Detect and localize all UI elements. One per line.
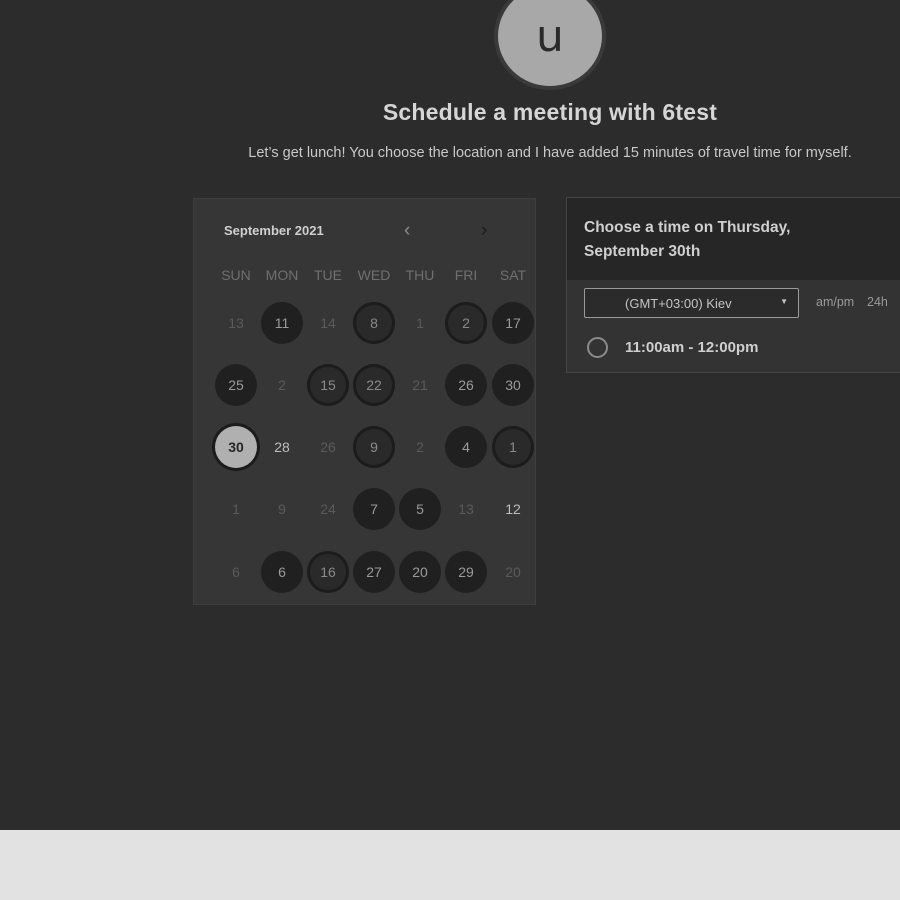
weekday-header: SUN — [221, 267, 251, 283]
calendar-day[interactable]: 11 — [261, 302, 303, 344]
calendar-day: 13 — [228, 315, 244, 331]
calendar-day: 2 — [416, 439, 424, 455]
scheduler-page: u Schedule a meeting with 6test Let’s ge… — [0, 0, 900, 830]
weekday-header: THU — [405, 267, 435, 283]
calendar-day[interactable]: 1 — [492, 426, 534, 468]
calendar-day: 2 — [278, 377, 286, 393]
calendar-day: 1 — [232, 501, 240, 517]
calendar-day: 13 — [458, 501, 474, 517]
calendar-day[interactable]: 6 — [261, 551, 303, 593]
time-slot-label: 11:00am - 12:00pm — [625, 339, 759, 356]
calendar-day[interactable]: 22 — [353, 364, 395, 406]
page-title: Schedule a meeting with 6test — [382, 99, 718, 125]
timezone-value: (GMT+03:00) Kiev — [625, 296, 732, 311]
weekday-header: FRI — [454, 267, 478, 283]
weekday-header: MON — [265, 267, 299, 283]
weekday-header: TUE — [314, 267, 342, 283]
calendar-day[interactable]: 2 — [445, 302, 487, 344]
weekday-header: SAT — [499, 267, 527, 283]
calendar-day[interactable]: 25 — [215, 364, 257, 406]
host-avatar: u — [498, 0, 602, 86]
time-panel-title: Choose a time on Thursday, September 30t… — [584, 219, 791, 260]
calendar-day: 6 — [232, 564, 240, 580]
calendar-day: 21 — [412, 377, 428, 393]
avatar-letter: u — [536, 10, 564, 62]
calendar-day[interactable]: 4 — [445, 426, 487, 468]
calendar-day[interactable]: 20 — [399, 551, 441, 593]
24h-format-toggle[interactable]: 24h — [867, 295, 888, 309]
calendar-day[interactable]: 16 — [307, 551, 349, 593]
calendar-day: 26 — [320, 439, 336, 455]
calendar-day[interactable]: 8 — [353, 302, 395, 344]
next-month-icon[interactable]: › — [481, 221, 487, 241]
time-selection-panel: Choose a time on Thursday, September 30t… — [566, 197, 900, 373]
calendar-day[interactable]: 9 — [353, 426, 395, 468]
previous-month-icon[interactable]: ‹ — [404, 221, 410, 241]
calendar-day[interactable]: 27 — [353, 551, 395, 593]
calendar-day[interactable]: 30 — [492, 364, 534, 406]
calendar-day: 14 — [320, 315, 336, 331]
calendar-month-label: September 2021 — [224, 223, 324, 238]
calendar-day[interactable]: 7 — [353, 488, 395, 530]
time-panel-header: Choose a time on Thursday, September 30t… — [567, 198, 900, 280]
calendar-day: 9 — [278, 501, 286, 517]
calendar-day: 28 — [274, 439, 290, 455]
calendar-day: 12 — [505, 501, 521, 517]
calendar-panel: September 2021 ‹ › SUN MON TUE WED THU FRI SAT… — [193, 198, 536, 605]
calendar-day[interactable]: 29 — [445, 551, 487, 593]
calendar-day[interactable]: 5 — [399, 488, 441, 530]
meeting-description: Let’s get lunch! You choose the location… — [248, 145, 852, 161]
time-slot-option[interactable]: 11:00am - 12:00pm — [587, 337, 758, 358]
calendar-day[interactable]: 17 — [492, 302, 534, 344]
timezone-select[interactable]: (GMT+03:00) Kiev ▼ — [584, 288, 799, 318]
calendar-day: 20 — [505, 564, 521, 580]
calendar-day[interactable]: 15 — [307, 364, 349, 406]
chevron-down-icon: ▼ — [780, 297, 788, 306]
calendar-day: 1 — [416, 315, 424, 331]
radio-button-icon[interactable] — [587, 337, 608, 358]
weekday-header: WED — [357, 267, 391, 283]
ampm-format-toggle[interactable]: am/pm — [816, 295, 854, 309]
calendar-day[interactable]: 26 — [445, 364, 487, 406]
calendar-day: 24 — [320, 501, 336, 517]
calendar-day-selected[interactable]: 30 — [215, 426, 257, 468]
